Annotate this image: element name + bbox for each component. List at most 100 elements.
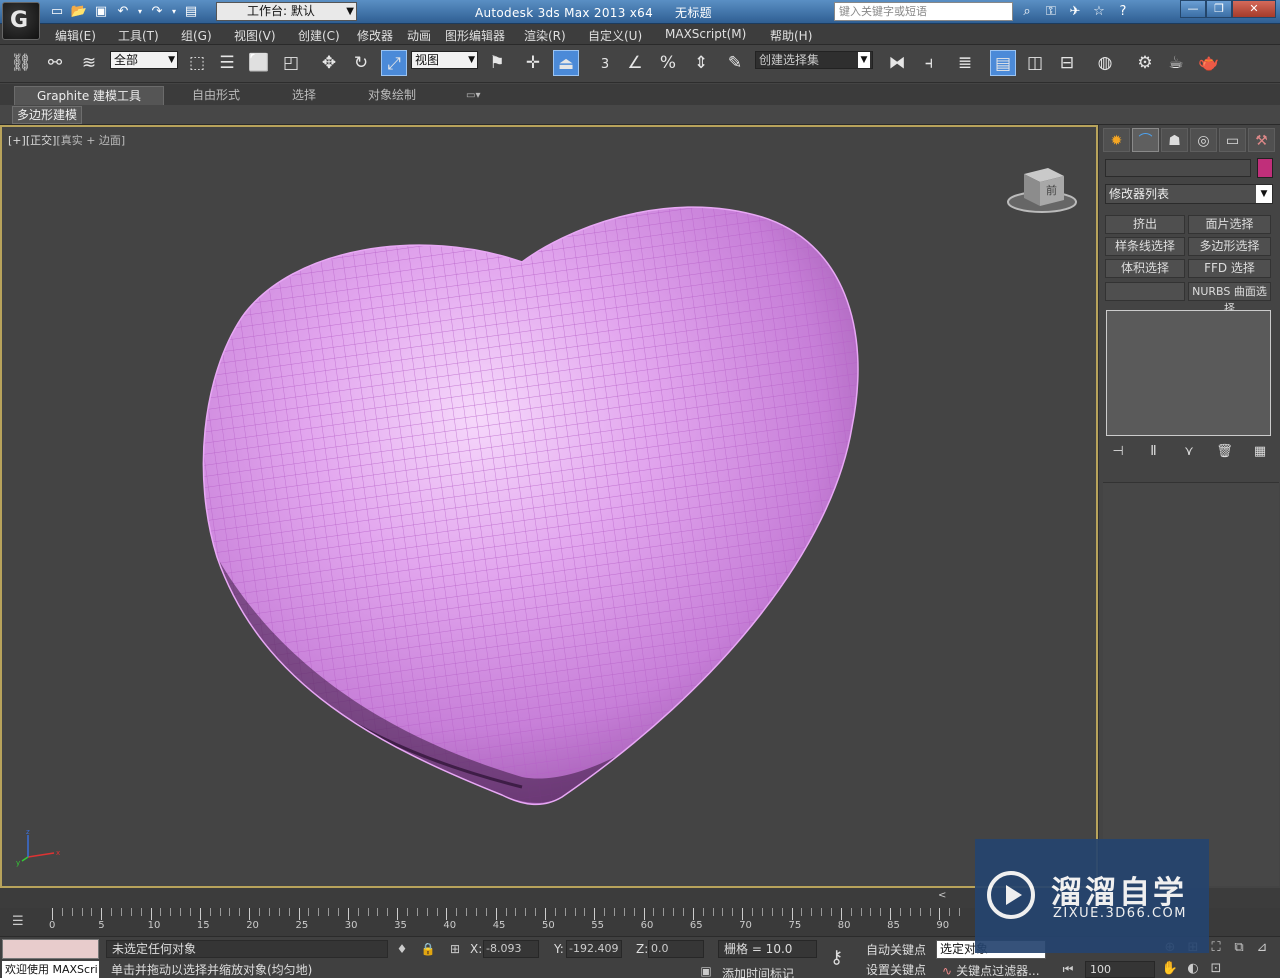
- minimize-button[interactable]: —: [1180, 0, 1206, 18]
- y-coordinate-field[interactable]: -192.409: [566, 940, 622, 958]
- menu-customize[interactable]: 自定义(U): [588, 27, 642, 44]
- ribbon-options-icon[interactable]: ▭▾: [460, 86, 486, 105]
- key-icon[interactable]: ⚷: [830, 947, 843, 968]
- mini-curve-editor-icon[interactable]: ☰: [12, 914, 24, 929]
- menu-maxscript[interactable]: MAXScript(M): [665, 27, 746, 41]
- tab-freeform[interactable]: 自由形式: [186, 86, 246, 105]
- vol-select-button[interactable]: 体积选择: [1105, 259, 1185, 278]
- select-and-scale-icon[interactable]: ⤢: [381, 50, 407, 76]
- key-tool-icon[interactable]: ⚿: [1042, 3, 1060, 21]
- tab-object-paint[interactable]: 对象绘制: [362, 86, 422, 105]
- render-production-icon[interactable]: 🫖: [1196, 50, 1222, 76]
- object-name-field[interactable]: [1105, 159, 1251, 177]
- redo-dropdown-icon[interactable]: ▾: [170, 3, 178, 21]
- motion-tab-icon[interactable]: ◎: [1190, 128, 1217, 152]
- percent-snap-icon[interactable]: %: [655, 50, 681, 76]
- key-filters-button[interactable]: ∿ 关键点过滤器...: [942, 962, 1040, 978]
- redo-icon[interactable]: ↷: [148, 3, 166, 21]
- menu-tools[interactable]: 工具(T): [118, 27, 159, 44]
- select-by-name-icon[interactable]: ☰: [214, 50, 240, 76]
- selection-filter-dropdown[interactable]: 全部 ▼: [110, 51, 178, 69]
- spline-select-button[interactable]: 样条线选择: [1105, 237, 1185, 256]
- help-icon[interactable]: ?: [1114, 3, 1132, 21]
- tab-selection[interactable]: 选择: [286, 86, 322, 105]
- orbit-icon[interactable]: ◐: [1183, 960, 1203, 978]
- menu-group[interactable]: 组(G): [181, 27, 212, 44]
- undo-icon[interactable]: ↶: [114, 3, 132, 21]
- select-and-manipulate-icon[interactable]: ✛: [520, 50, 546, 76]
- zoom-extents-all-icon[interactable]: ⧉: [1229, 939, 1249, 957]
- material-editor-icon[interactable]: ◍: [1092, 50, 1118, 76]
- mirror-icon[interactable]: ⧓: [884, 50, 910, 76]
- create-tab-icon[interactable]: ✹: [1103, 128, 1130, 152]
- satellite-icon[interactable]: ✈: [1066, 3, 1084, 21]
- select-and-link-icon[interactable]: ⛓: [8, 50, 34, 76]
- new-file-icon[interactable]: ▭: [48, 3, 66, 21]
- edit-named-selection-icon[interactable]: ✎: [722, 50, 748, 76]
- make-unique-icon[interactable]: ⋎: [1180, 443, 1198, 461]
- empty-modifier-button[interactable]: [1105, 282, 1185, 301]
- workspace-dropdown[interactable]: 工作台: 默认 ▼: [216, 2, 357, 21]
- absolute-mode-icon[interactable]: ⊞: [447, 941, 463, 957]
- zoom-extents-icon[interactable]: ⛶: [1206, 939, 1226, 957]
- reference-coordinate-dropdown[interactable]: 视图 ▼: [411, 51, 478, 69]
- ffd-select-button[interactable]: FFD 选择: [1188, 259, 1271, 278]
- menu-animation[interactable]: 动画: [407, 27, 431, 44]
- isolate-selection-icon[interactable]: ♦: [394, 941, 410, 957]
- menu-views[interactable]: 视图(V): [234, 27, 276, 44]
- rectangular-selection-icon[interactable]: ⬜: [246, 50, 272, 76]
- named-selection-sets-dropdown[interactable]: 创建选择集 ▼: [755, 51, 873, 69]
- angle-snap-icon[interactable]: ∠: [622, 50, 648, 76]
- track-ruler[interactable]: 0 5 10 15 20 25 30 35 40 45 50 55 60 65 70 75 80 85 90: [48, 908, 968, 936]
- time-tag-icon[interactable]: ▣: [698, 963, 714, 978]
- curve-editor-icon[interactable]: ◫: [1022, 50, 1048, 76]
- pivot-center-icon[interactable]: ⚑: [484, 50, 510, 76]
- pin-stack-icon[interactable]: ⊣: [1109, 443, 1127, 461]
- search-input[interactable]: 键入关键字或短语: [834, 2, 1013, 21]
- app-logo-button[interactable]: G: [2, 2, 40, 40]
- menu-help[interactable]: 帮助(H): [770, 27, 812, 44]
- nurbs-surface-select-button[interactable]: NURBS 曲面选择: [1188, 282, 1271, 315]
- current-frame-field[interactable]: 100: [1085, 961, 1155, 978]
- unlink-icon[interactable]: ⚯: [42, 50, 68, 76]
- restore-button[interactable]: ❐: [1206, 0, 1232, 18]
- modifier-stack[interactable]: [1106, 310, 1271, 436]
- layer-manager-icon[interactable]: ≣: [952, 50, 978, 76]
- extrude-button[interactable]: 挤出: [1105, 215, 1185, 234]
- add-time-tag[interactable]: 添加时间标记: [722, 965, 794, 978]
- select-object-icon[interactable]: ⬚: [184, 50, 210, 76]
- graphite-toggle-icon[interactable]: ▤: [990, 50, 1016, 76]
- auto-key-button[interactable]: 自动关键点: [866, 941, 932, 959]
- binoculars-icon[interactable]: ⌕: [1018, 3, 1036, 21]
- z-coordinate-field[interactable]: 0.0: [648, 940, 704, 958]
- display-tab-icon[interactable]: ▭: [1219, 128, 1246, 152]
- maximize-viewport-icon[interactable]: ⊡: [1206, 960, 1226, 978]
- open-file-icon[interactable]: 📂: [70, 3, 88, 21]
- modifier-list-dropdown[interactable]: 修改器列表 ▼: [1105, 184, 1273, 204]
- pan-icon[interactable]: ✋: [1160, 960, 1180, 978]
- patch-select-button[interactable]: 面片选择: [1188, 215, 1271, 234]
- x-coordinate-field[interactable]: -8.093: [483, 940, 539, 958]
- keyboard-shortcut-override-icon[interactable]: ⏏: [553, 50, 579, 76]
- close-button[interactable]: ✕: [1232, 0, 1276, 18]
- menu-graph-editors[interactable]: 图形编辑器: [445, 27, 505, 44]
- utilities-tab-icon[interactable]: ⚒: [1248, 128, 1275, 152]
- poly-select-button[interactable]: 多边形选择: [1188, 237, 1271, 256]
- render-setup-icon[interactable]: ⚙: [1132, 50, 1158, 76]
- schematic-view-icon[interactable]: ⊟: [1054, 50, 1080, 76]
- maxscript-mini-listener[interactable]: 欢迎使用 MAXScri: [2, 961, 99, 978]
- rendered-frame-window-icon[interactable]: ☕: [1163, 50, 1189, 76]
- go-to-start-icon[interactable]: ⏮: [1060, 961, 1076, 977]
- perspective-viewport[interactable]: [+][正交][真实 + 边面] 前 z x y: [0, 125, 1098, 888]
- spinner-snap-icon[interactable]: ⇕: [688, 50, 714, 76]
- save-icon[interactable]: ▣: [92, 3, 110, 21]
- menu-rendering[interactable]: 渲染(R): [524, 27, 566, 44]
- set-key-button[interactable]: 设置关键点: [866, 962, 932, 978]
- undo-dropdown-icon[interactable]: ▾: [136, 3, 144, 21]
- project-folder-icon[interactable]: ▤: [182, 3, 200, 21]
- menu-modifiers[interactable]: 修改器: [357, 27, 393, 44]
- menu-edit[interactable]: 编辑(E): [55, 27, 96, 44]
- select-and-move-icon[interactable]: ✥: [316, 50, 342, 76]
- remove-modifier-icon[interactable]: 🗑: [1216, 443, 1234, 461]
- menu-create[interactable]: 创建(C): [298, 27, 340, 44]
